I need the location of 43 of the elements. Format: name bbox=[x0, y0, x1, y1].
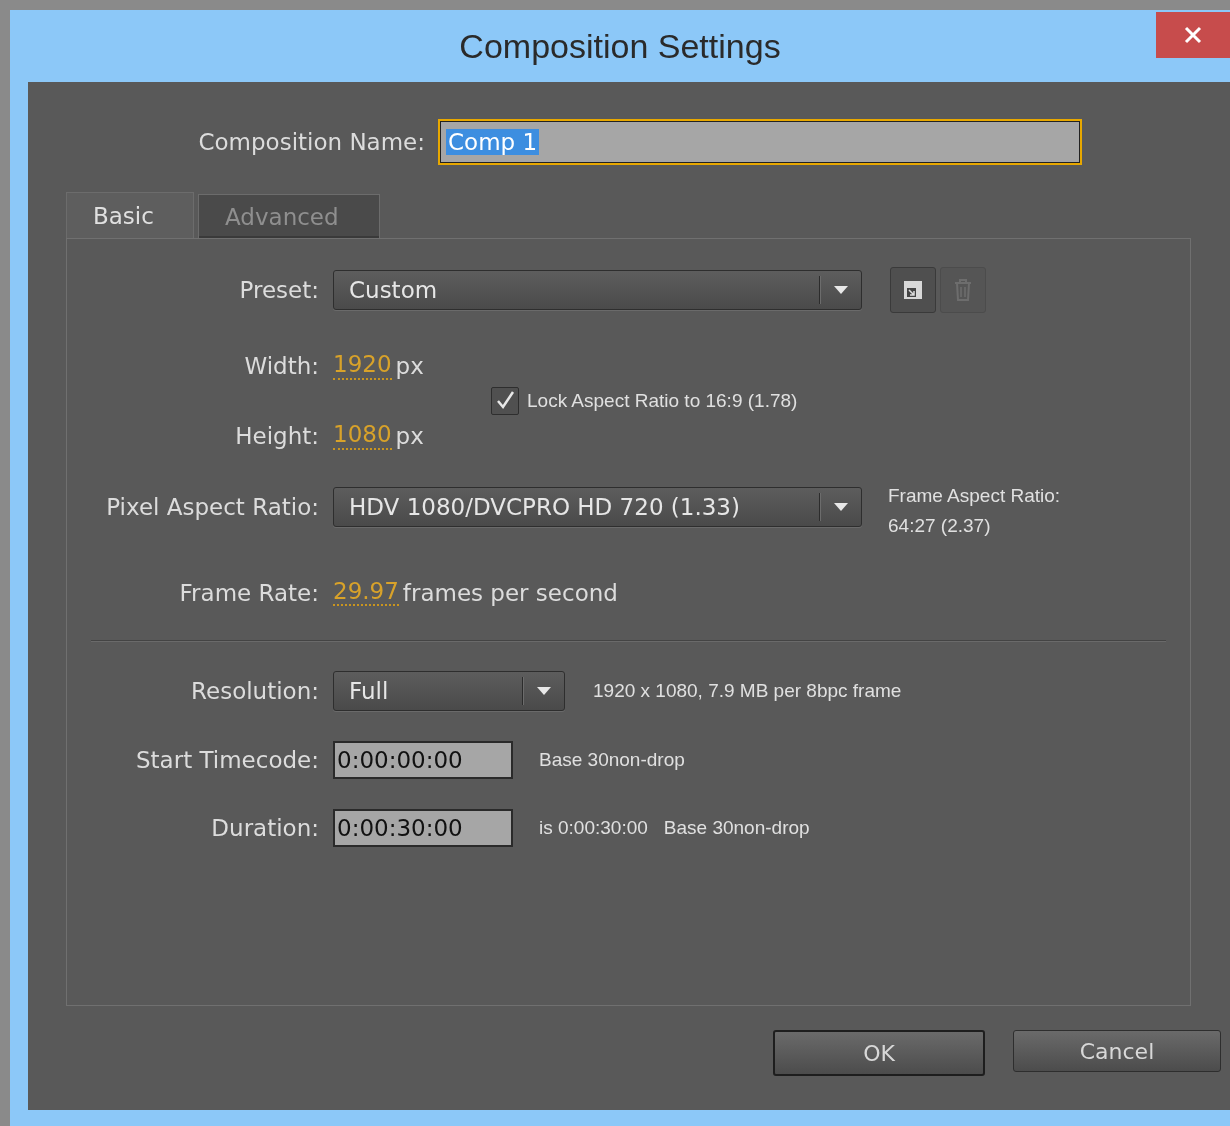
resolution-info: 1920 x 1080, 7.9 MB per 8bpc frame bbox=[593, 680, 902, 703]
timecode-field[interactable]: 0:00:00:00 bbox=[333, 741, 513, 780]
field-value: Comp 1 bbox=[446, 129, 540, 155]
lock-aspect-checkbox[interactable] bbox=[491, 387, 519, 415]
close-icon bbox=[1183, 25, 1203, 45]
save-preset-button[interactable] bbox=[890, 267, 936, 313]
unit-label: frames per second bbox=[402, 579, 618, 606]
field-label: Composition Name: bbox=[197, 129, 425, 155]
unit-label: px bbox=[395, 423, 424, 449]
composition-name-field[interactable]: Comp 1 bbox=[438, 119, 1082, 165]
dialog-button[interactable]: OK bbox=[773, 1030, 985, 1076]
dialog-button[interactable]: Cancel bbox=[1013, 1030, 1221, 1072]
field-label: Height: bbox=[234, 423, 319, 449]
close-button[interactable] bbox=[1156, 12, 1230, 58]
field-label: Resolution: bbox=[190, 678, 319, 705]
checkbox-label: Lock Aspect Ratio to 16:9 (1.78) bbox=[527, 390, 798, 412]
floppy-icon bbox=[902, 279, 924, 301]
frame-aspect-value: 64:27 (2.37) bbox=[888, 515, 992, 537]
field-label: Frame Rate: bbox=[178, 579, 319, 606]
field-label: Pixel Aspect Ratio: bbox=[105, 493, 319, 522]
frame-aspect-label: Frame Aspect Ratio: bbox=[888, 485, 1061, 507]
unit-label: px bbox=[395, 353, 424, 379]
field-label: Width: bbox=[243, 353, 319, 379]
duration-base: Base 30non-drop bbox=[663, 817, 810, 840]
caret-icon bbox=[833, 502, 849, 512]
duration-info: is 0:00:30:00 bbox=[539, 817, 648, 840]
field-label: Start Timecode: bbox=[135, 747, 319, 774]
trash-icon bbox=[952, 278, 974, 302]
tab[interactable]: Advanced bbox=[198, 194, 380, 238]
caret-icon bbox=[833, 285, 849, 295]
pixel-aspect-dropdown[interactable]: HDV 1080/DVCPRO HD 720 (1.33) bbox=[333, 487, 862, 527]
preset-dropdown[interactable]: Custom bbox=[333, 270, 862, 310]
frame-rate-value[interactable]: 29.97 bbox=[333, 579, 399, 607]
width-value[interactable]: 1920 bbox=[333, 352, 392, 380]
field-label: Preset: bbox=[238, 277, 319, 303]
resolution-dropdown[interactable]: Full bbox=[333, 671, 565, 712]
field-label: Duration: bbox=[210, 815, 319, 842]
timecode-info: Base 30non-drop bbox=[539, 749, 685, 772]
height-value[interactable]: 1080 bbox=[333, 422, 392, 450]
tab[interactable]: Basic bbox=[66, 192, 194, 238]
window-title: Composition Settings bbox=[459, 26, 781, 66]
duration-field[interactable]: 0:00:30:00 bbox=[333, 809, 513, 848]
caret-icon bbox=[536, 686, 552, 697]
